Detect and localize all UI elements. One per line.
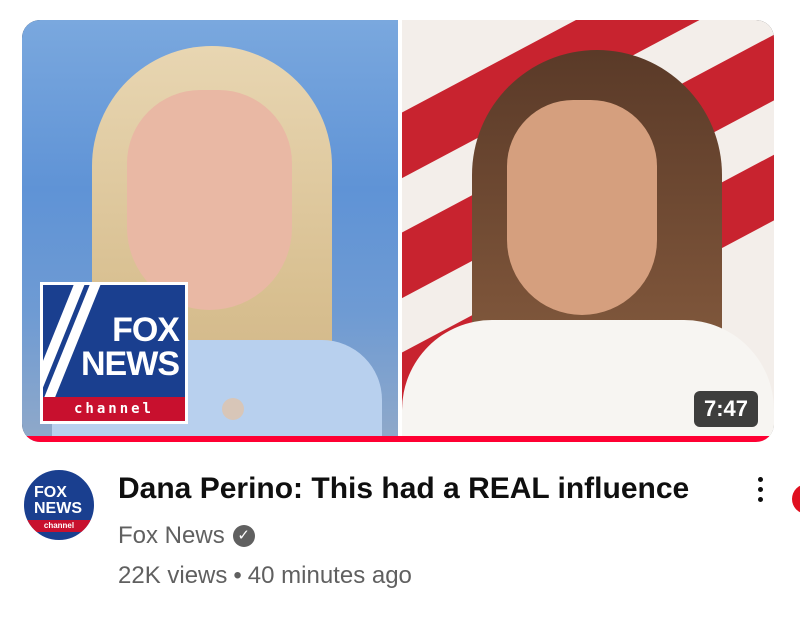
channel-name[interactable]: Fox News [118,522,225,550]
video-card[interactable]: FOX NEWS channel 7:47 [22,20,774,442]
logo-text-news: NEWS [81,345,180,383]
thumbnail-left-panel: FOX NEWS channel [22,20,398,442]
avatar-text-news: NEWS [34,500,82,517]
fox-news-logo: FOX NEWS channel [40,282,188,424]
thumbnail-right-panel [402,20,774,442]
avatar-text-channel: channel [24,520,94,532]
upload-age: 40 minutes ago [247,562,412,589]
logo-text-channel: channel [43,397,185,421]
video-thumbnail[interactable]: FOX NEWS channel 7:47 [22,20,774,442]
view-count: 22K views [118,562,228,589]
check-circle-icon: ✓ [232,525,255,547]
channel-avatar[interactable]: FOX NEWS channel [22,468,96,542]
channel-line: Fox News ✓ [118,522,255,550]
watch-progress-fill [22,436,774,442]
stats-separator: • [233,562,242,589]
video-details: FOX NEWS channel Dana Perino: This had a… [22,468,800,608]
video-title[interactable]: Dana Perino: This had a REAL influence [118,472,718,506]
video-stats: 22K views • 40 minutes ago [118,562,412,590]
jacket-button [222,398,244,420]
more-vert-icon[interactable] [746,474,774,510]
person-face [127,90,292,310]
person-face [507,100,657,315]
duration-badge: 7:47 [693,391,758,427]
watch-progress-bar [22,436,774,442]
